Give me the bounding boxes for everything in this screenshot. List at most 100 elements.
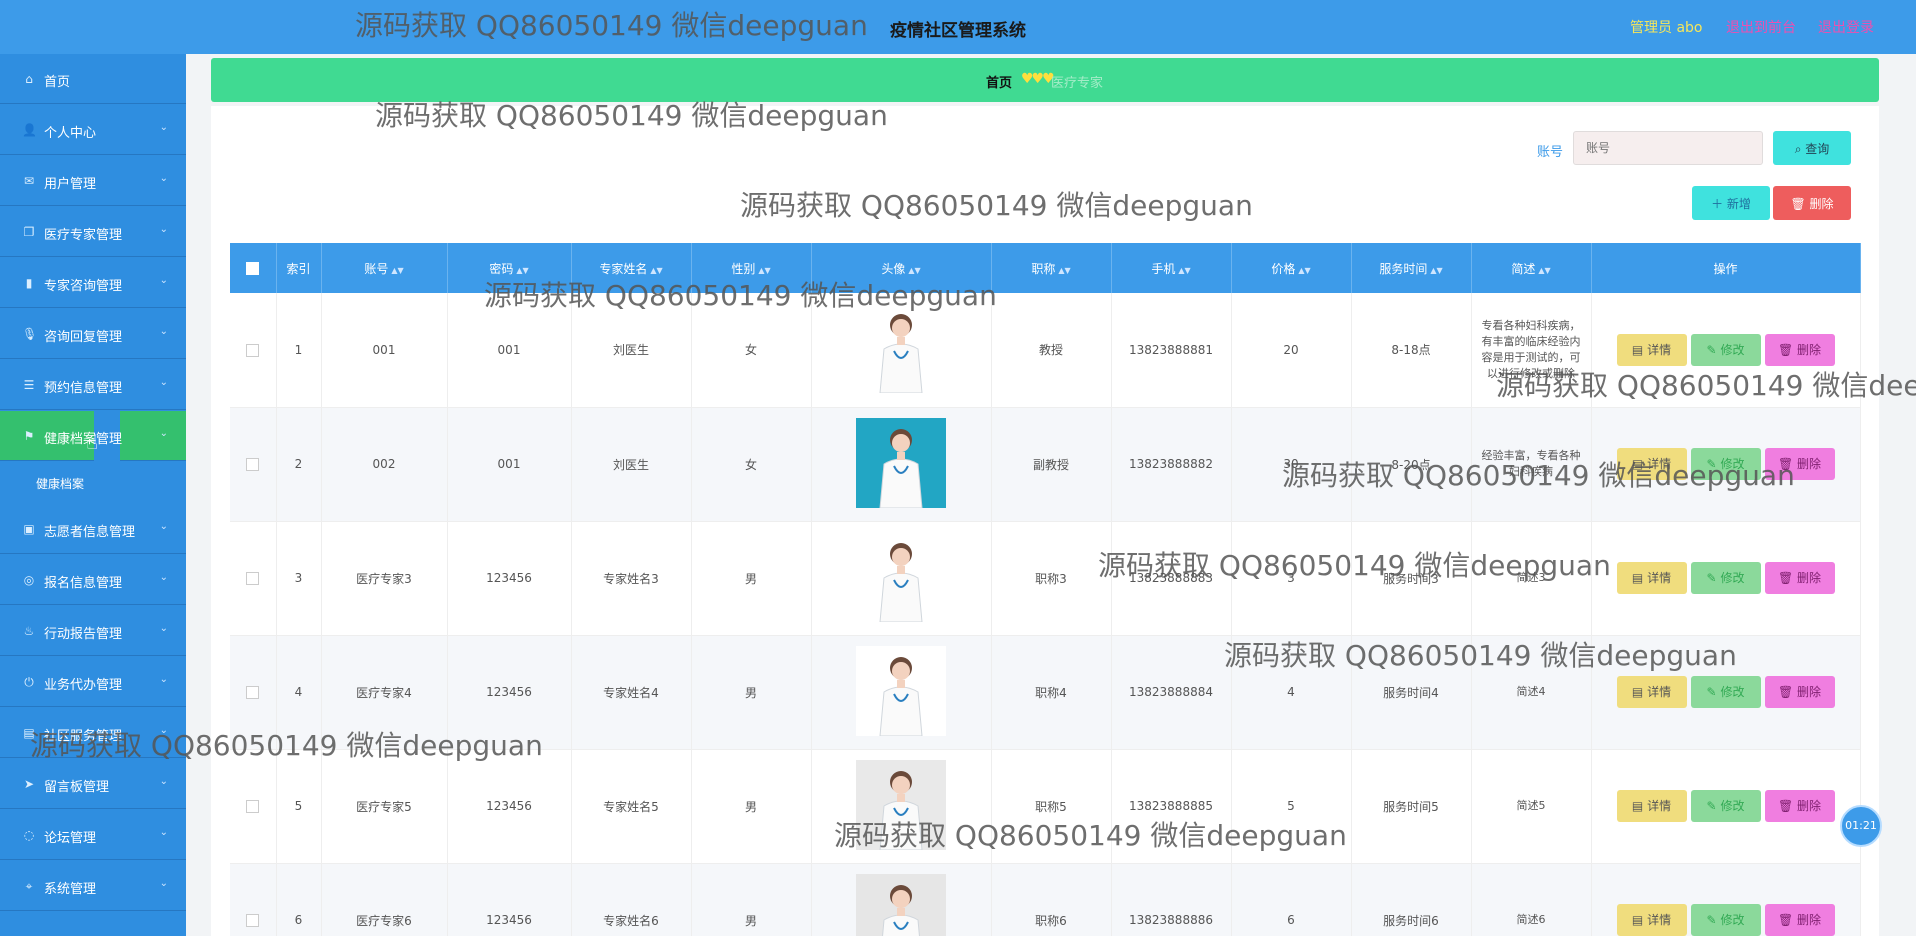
delete-button[interactable]: 🗑 删除 [1764, 904, 1835, 936]
edit-button[interactable]: ✎ 修改 [1690, 448, 1761, 480]
column-header[interactable]: 账号 ▲▼ [321, 243, 448, 293]
chevron-down-icon: ⌄ [159, 623, 168, 634]
sort-icon[interactable]: ▲▼ [1058, 266, 1070, 275]
column-header[interactable]: 简述 ▲▼ [1471, 243, 1592, 293]
cell-actions: ▤ 详情 ✎ 修改 🗑 删除 [1591, 635, 1861, 750]
column-header[interactable]: 价格 ▲▼ [1231, 243, 1352, 293]
sort-icon[interactable]: ▲▼ [1430, 266, 1442, 275]
sidebar-item-0[interactable]: ⌂ 首页 [0, 54, 186, 104]
row-checkbox[interactable] [246, 686, 260, 699]
delete-button[interactable]: 🗑 删除 [1764, 790, 1835, 822]
doctor-figure-icon [879, 656, 923, 736]
eye-slash-icon: ◎ [23, 573, 35, 587]
sidebar-item-6[interactable]: ☰ 预约信息管理 ⌄ [0, 360, 186, 410]
edit-button[interactable]: ✎ 修改 [1690, 562, 1761, 594]
sort-icon[interactable]: ▲▼ [1298, 266, 1310, 275]
breadcrumb-home[interactable]: 首页 [986, 72, 1012, 91]
cell-time: 服务时间6 [1351, 863, 1472, 936]
cell-price: 5 [1231, 749, 1352, 864]
table-row: 1 001 001 刘医生女教授 13823888881 20 8-18点 专看各种妇科疾病，… [230, 293, 1861, 408]
detail-button[interactable]: ▤ 详情 [1616, 333, 1687, 366]
sidebar-item-10[interactable]: ♨ 行动报告管理 ⌄ [0, 606, 186, 656]
desc-text: 简述5 [1516, 799, 1546, 812]
sidebar-item-4[interactable]: ▮ 专家咨询管理 ⌄ [0, 258, 186, 308]
edit-button[interactable]: ✎ 修改 [1690, 904, 1761, 936]
document-icon: ▤ [1631, 457, 1644, 471]
cell-phone: 13823888884 [1111, 635, 1232, 750]
cell-price: 20 [1231, 293, 1352, 408]
cell-title: 职称5 [991, 749, 1112, 864]
row-checkbox[interactable] [246, 914, 260, 927]
sidebar-item-1[interactable]: 👤 个人中心 ⌄ [0, 105, 186, 155]
select-all-checkbox[interactable] [246, 262, 260, 275]
sidebar-item-label: 预约信息管理 [44, 381, 123, 396]
row-checkbox[interactable] [246, 800, 260, 813]
sidebar-item-11[interactable]: ⏻ 业务代办管理 ⌄ [0, 657, 186, 707]
row-checkbox[interactable] [246, 343, 260, 357]
edit-button[interactable]: ✎ 修改 [1690, 333, 1761, 366]
delete-button[interactable]: 🗑 删除 [1764, 562, 1835, 594]
sidebar-item-3[interactable]: ❐ 医疗专家管理 ⌄ [0, 207, 186, 257]
column-header[interactable]: 手机 ▲▼ [1111, 243, 1232, 293]
sort-icon[interactable]: ▲▼ [1178, 266, 1190, 275]
logout-link[interactable]: 退出登录 [1818, 17, 1874, 37]
cell-password: 123456 [447, 863, 572, 936]
sort-icon[interactable]: ▲▼ [650, 266, 662, 275]
edit-button[interactable]: ✎ 修改 [1690, 676, 1761, 708]
delete-button[interactable]: 🗑 删除 [1764, 676, 1835, 708]
search-icon: ⌕ [1794, 141, 1802, 156]
sidebar-item-label: 论坛管理 [44, 831, 97, 846]
cell-avatar [811, 407, 992, 522]
delete-button[interactable]: 🗑 删除 [1764, 333, 1835, 366]
cell-title: 副教授 [991, 407, 1112, 522]
row-checkbox[interactable] [246, 572, 260, 585]
back-to-frontend-link[interactable]: 退出到前台 [1726, 17, 1796, 37]
doctor-figure-icon [879, 770, 923, 850]
cell-gender: 男 [691, 863, 812, 936]
detail-button[interactable]: ▤ 详情 [1616, 790, 1687, 822]
sort-icon[interactable]: ▲▼ [516, 266, 528, 275]
sidebar-item-2[interactable]: ✉ 用户管理 ⌄ [0, 156, 186, 206]
detail-button[interactable]: ▤ 详情 [1616, 562, 1687, 594]
cell-avatar [811, 863, 992, 936]
cell-gender: 男 [691, 521, 812, 636]
sidebar-item-12[interactable]: ▤ 社区服务管理 ⌄ [0, 708, 186, 758]
column-header[interactable]: 职称 ▲▼ [991, 243, 1112, 293]
row-checkbox[interactable] [246, 458, 260, 471]
column-header[interactable]: 头像 ▲▼ [811, 243, 992, 293]
column-header[interactable]: 专家姓名 ▲▼ [571, 243, 692, 293]
sliders-icon: ☰ [23, 378, 35, 392]
query-button[interactable]: ⌕ 查询 [1773, 131, 1851, 165]
delete-button[interactable]: 🗑 删除 [1764, 448, 1835, 480]
edit-button[interactable]: ✎ 修改 [1690, 790, 1761, 822]
column-header: 操作 [1591, 243, 1861, 293]
detail-button[interactable]: ▤ 详情 [1616, 904, 1687, 936]
detail-button[interactable]: ▤ 详情 [1616, 448, 1687, 480]
sort-icon[interactable]: ▲▼ [1538, 266, 1550, 275]
sidebar-item-13[interactable]: ➤ 留言板管理 ⌄ [0, 759, 186, 809]
row-select-cell [230, 749, 277, 864]
cell-phone: 13823888883 [1111, 521, 1232, 636]
column-header[interactable]: 密码 ▲▼ [447, 243, 572, 293]
account-search-input[interactable] [1573, 131, 1763, 165]
sort-icon[interactable]: ▲▼ [391, 266, 403, 275]
sidebar-item-14[interactable]: ◌ 论坛管理 ⌄ [0, 810, 186, 860]
sidebar-item-5[interactable]: 🎙 咨询回复管理 ⌄ [0, 309, 186, 359]
cell-account: 001 [321, 293, 448, 408]
submenu-item-health-record[interactable]: 健康档案 [0, 462, 186, 504]
plus-icon: ＋ [1711, 196, 1724, 211]
detail-button[interactable]: ▤ 详情 [1616, 676, 1687, 708]
add-button[interactable]: ＋ 新增 [1692, 186, 1770, 220]
desc-text: 专看各种妇科疾病，有丰富的临床经验内容是用于测试的，可以进行修改或删除 [1481, 318, 1581, 380]
cell-gender: 男 [691, 635, 812, 750]
batch-delete-button[interactable]: 🗑 删除 [1773, 186, 1851, 220]
sort-icon[interactable]: ▲▼ [758, 266, 770, 275]
cell-idx: 1 [276, 293, 322, 408]
sort-icon[interactable]: ▲▼ [908, 266, 920, 275]
column-header[interactable]: 服务时间 ▲▼ [1351, 243, 1472, 293]
sidebar-item-8[interactable]: ▣ 志愿者信息管理 ⌄ [0, 504, 186, 554]
column-header[interactable]: 性别 ▲▼ [691, 243, 812, 293]
sidebar-item-9[interactable]: ◎ 报名信息管理 ⌄ [0, 555, 186, 605]
sidebar-item-label: 业务代办管理 [44, 678, 123, 693]
sidebar-item-15[interactable]: ⌖ 系统管理 ⌄ [0, 861, 186, 911]
